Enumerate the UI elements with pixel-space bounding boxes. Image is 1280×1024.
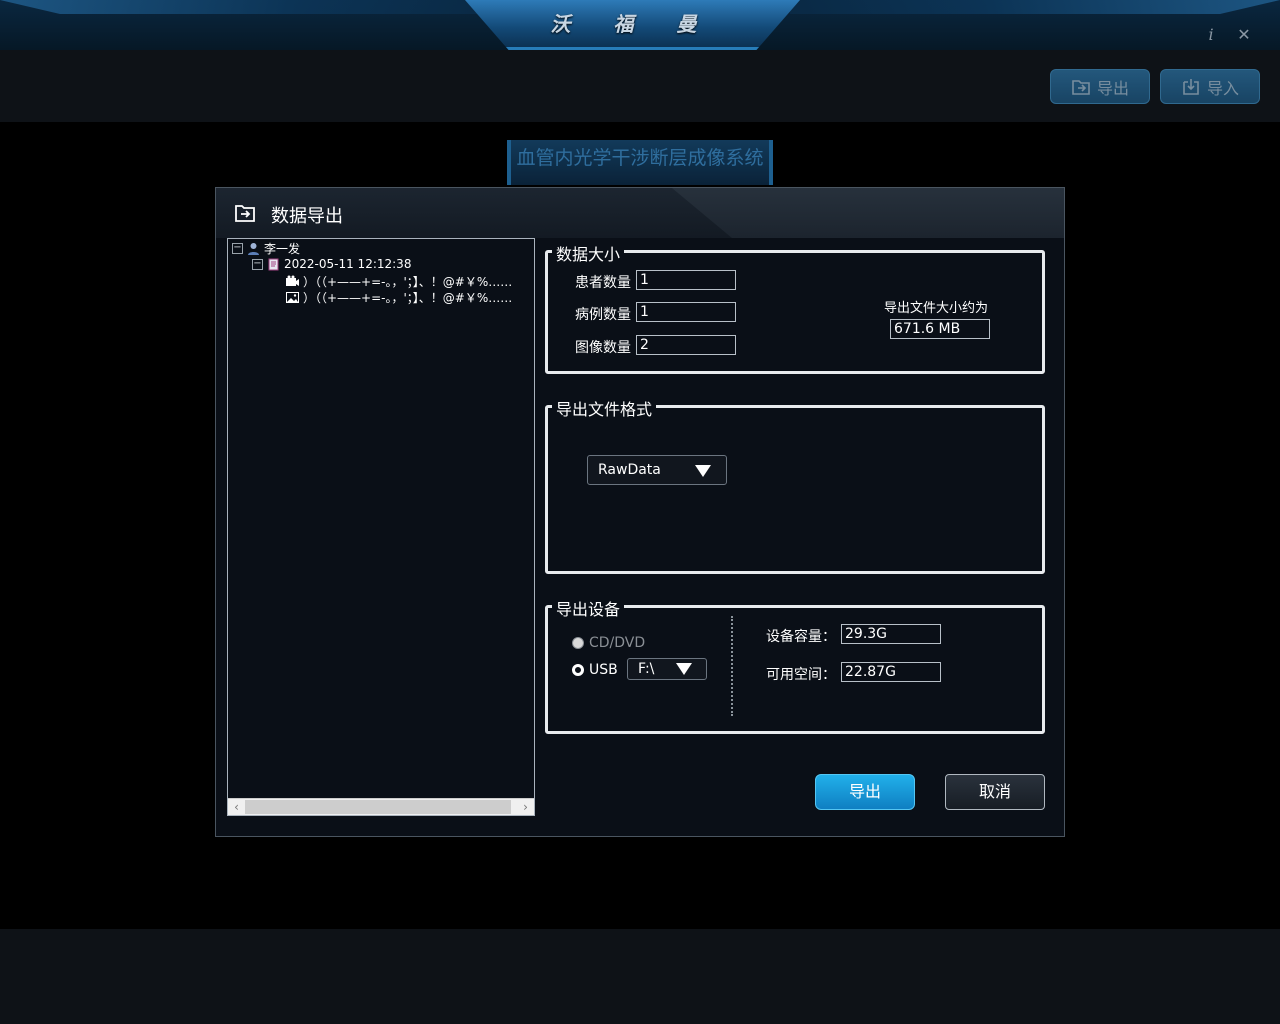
usb-label: USB [589,662,618,678]
tree-patient-label: 李一发 [264,241,301,256]
export-button[interactable]: 导出 [815,774,915,810]
tree-item-label: ）（（+——+=-。，'；】、！@#￥%…… [303,274,513,289]
file-size-label: 导出文件大小约为 [884,301,989,316]
tree-node-image[interactable]: ）（（+——+=-。，'；】、！@#￥%…… [286,289,512,305]
patients-count-label: 患者数量 [575,275,631,291]
capacity-field: 29.3G [841,624,941,644]
dialog-header: 数据导出 [216,188,1064,238]
tree-node-case[interactable]: − 2022-05-11 12:12:38 [252,256,411,272]
chevron-down-icon [676,663,692,675]
cd-dvd-label: CD/DVD [589,635,646,651]
capacity-label: 设备容量： [766,629,836,645]
free-space-field: 22.87G [841,662,941,682]
cases-count-label: 病例数量 [575,307,631,323]
collapse-toggle[interactable]: − [252,258,263,270]
header-decoration [672,188,1064,238]
scroll-right-icon[interactable]: › [517,799,534,815]
tree-node-patient[interactable]: − 李一发 [232,240,300,256]
bottom-panel [0,929,1280,1024]
tree-item-label: ）（（+——+=-。，'；】、！@#￥%…… [303,290,513,305]
format-dropdown[interactable]: RawData [587,455,727,485]
export-folder-icon [235,205,255,222]
import-icon [1183,78,1199,95]
title-bar: 沃 福 曼 i ✕ [0,0,1280,50]
case-document-icon [268,258,279,270]
brand-logo: 沃 福 曼 [550,12,715,36]
export-folder-icon [1072,79,1090,95]
cancel-button[interactable]: 取消 [945,774,1045,810]
image-icon [286,291,299,303]
cd-dvd-radio[interactable] [572,637,584,649]
data-size-title: 数据大小 [552,241,625,265]
toolbar: 导出 导入 [0,50,1280,122]
scroll-left-icon[interactable]: ‹ [228,799,245,815]
export-device-group: 导出设备 CD/DVD USB F:\ 设备容量： 29.3G 可用空间： 22… [545,596,1045,734]
toolbar-import-button[interactable]: 导入 [1160,69,1260,104]
collapse-toggle[interactable]: − [232,242,243,254]
images-count-field: 2 [636,335,736,355]
toolbar-export-label: 导出 [1096,78,1129,98]
system-title: 血管内光学干涉断层成像系统 [507,140,773,185]
scrollbar-thumb[interactable] [245,800,511,814]
divider [731,616,733,716]
tree-node-video[interactable]: ）（（+——+=-。，'；】、！@#￥%…… [286,273,512,289]
export-format-group: 导出文件格式 RawData [545,396,1045,574]
horizontal-scrollbar[interactable]: ‹ › [228,798,534,815]
header-decoration-right [790,0,1280,14]
drive-dropdown-value: F:\ [638,661,655,677]
format-dropdown-value: RawData [598,462,661,478]
export-device-title: 导出设备 [552,596,625,620]
usb-radio[interactable] [572,664,584,676]
toolbar-import-label: 导入 [1206,78,1239,98]
close-icon[interactable]: ✕ [1234,25,1254,45]
info-icon[interactable]: i [1201,25,1221,45]
patients-count-field: 1 [636,270,736,290]
data-export-dialog: 数据导出 − 李一发 − 2022-05-11 12:12:38 ）（（+——+… [215,187,1065,837]
drive-dropdown[interactable]: F:\ [627,658,707,680]
toolbar-export-button[interactable]: 导出 [1050,69,1150,104]
video-icon [286,275,299,286]
free-space-label: 可用空间： [766,667,836,683]
dialog-title: 数据导出 [271,206,343,227]
person-icon [248,242,259,255]
chevron-down-icon [695,465,711,477]
patient-tree[interactable]: − 李一发 − 2022-05-11 12:12:38 ）（（+——+=-。，'… [227,238,535,816]
file-size-field: 671.6 MB [890,319,990,339]
export-format-title: 导出文件格式 [552,396,657,420]
cases-count-field: 1 [636,302,736,322]
header-decoration-left [0,0,490,14]
tree-case-label: 2022-05-11 12:12:38 [284,257,412,271]
data-size-group: 数据大小 患者数量 1 病例数量 1 图像数量 2 导出文件大小约为 671.6… [545,241,1045,374]
images-count-label: 图像数量 [575,340,631,356]
